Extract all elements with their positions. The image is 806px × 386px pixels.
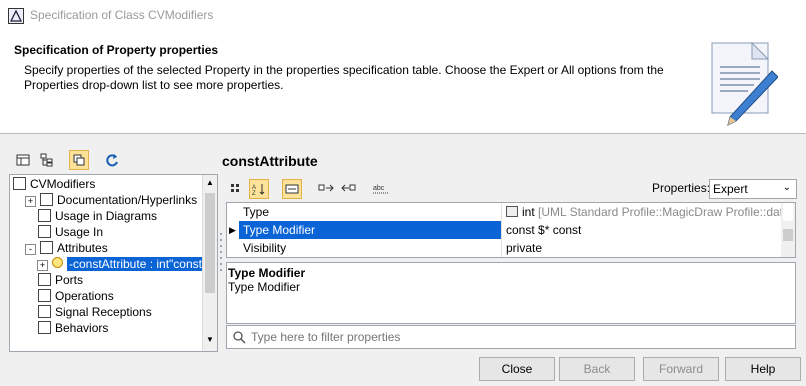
- tree-item[interactable]: + -constAttribute : int"const: [37, 256, 204, 272]
- expand-icon[interactable]: +: [37, 260, 48, 271]
- tree-item-label: -constAttribute : int"const: [67, 257, 204, 271]
- node-icon: [38, 209, 51, 222]
- categorized-view-icon[interactable]: [228, 180, 246, 198]
- back-button[interactable]: Back: [559, 357, 635, 381]
- tree-item-label: Behaviors: [55, 321, 109, 335]
- help-button[interactable]: Help: [725, 357, 801, 381]
- filter-input[interactable]: [249, 328, 783, 346]
- node-icon: [38, 289, 51, 302]
- tree-item[interactable]: Behaviors: [25, 320, 108, 336]
- table-view-icon[interactable]: [14, 151, 32, 169]
- node-icon: [40, 241, 53, 254]
- properties-label: Properties:: [652, 181, 711, 195]
- tree-view-icon[interactable]: [38, 151, 56, 169]
- tree-item-label: Operations: [55, 289, 114, 303]
- header-description: Specify properties of the selected Prope…: [24, 63, 664, 92]
- sort-alpha-icon[interactable]: AZ: [249, 179, 269, 199]
- abc-icon[interactable]: abc: [372, 180, 390, 198]
- forward-button[interactable]: Forward: [643, 357, 719, 381]
- property-value[interactable]: private: [501, 239, 784, 257]
- tree-item-label: Usage In: [55, 225, 104, 239]
- app-icon: [8, 8, 24, 24]
- refresh-icon[interactable]: [103, 151, 121, 169]
- close-button[interactable]: Close: [479, 357, 555, 381]
- description-title: Type Modifier: [228, 266, 306, 280]
- table-scrollbar[interactable]: [781, 203, 795, 257]
- svg-text:Z: Z: [252, 191, 256, 196]
- window-title: Specification of Class CVModifiers: [30, 8, 214, 22]
- property-value[interactable]: int [UML Standard Profile::MagicDraw Pro…: [501, 203, 784, 221]
- property-row[interactable]: Visibility private: [227, 239, 779, 257]
- property-value[interactable]: const $* const: [501, 221, 784, 239]
- property-value-main: private: [506, 241, 543, 255]
- svg-text:abc: abc: [373, 185, 385, 192]
- show-description-toggle[interactable]: [282, 179, 302, 199]
- property-row[interactable]: Type int [UML Standard Profile::MagicDraw…: [227, 203, 784, 221]
- property-value-main: int: [522, 205, 535, 219]
- tree-scrollbar[interactable]: ▲ ▼: [202, 175, 217, 351]
- compact-mode-toggle[interactable]: [69, 150, 89, 170]
- description-text: Type Modifier: [228, 280, 301, 294]
- property-name: Type Modifier: [239, 221, 501, 239]
- collapse-icon[interactable]: -: [25, 244, 36, 255]
- tree-item[interactable]: Usage in Diagrams: [25, 208, 157, 224]
- tree-item[interactable]: - Attributes: [25, 240, 108, 256]
- type-icon: [506, 206, 518, 217]
- node-icon: [40, 193, 53, 206]
- tree-scrollbar-thumb[interactable]: [205, 193, 215, 293]
- node-icon: [38, 321, 51, 334]
- row-marker-icon: ▶: [229, 225, 236, 235]
- node-icon: [38, 305, 51, 318]
- collapse-all-icon[interactable]: [317, 180, 335, 198]
- header-heading: Specification of Property properties: [14, 43, 219, 57]
- tree-item[interactable]: CVModifiers: [13, 176, 95, 192]
- properties-dropdown[interactable]: Expert ⌄: [709, 179, 797, 199]
- expand-icon[interactable]: +: [25, 196, 36, 207]
- property-name: Visibility: [243, 241, 287, 255]
- object-title: constAttribute: [222, 153, 318, 169]
- document-pencil-icon: [708, 41, 779, 127]
- node-icon: [38, 225, 51, 238]
- tree-item-label: Ports: [55, 273, 84, 287]
- tree-item-label: Usage in Diagrams: [55, 209, 158, 223]
- title-bar: Specification of Class CVModifiers: [0, 0, 806, 32]
- tree-item-label: Attributes: [57, 241, 108, 255]
- description-panel: Type Modifier Type Modifier: [226, 262, 796, 324]
- tree-item-label: Signal Receptions: [55, 305, 152, 319]
- tree-item[interactable]: Ports: [25, 272, 83, 288]
- expand-all-icon[interactable]: [340, 180, 358, 198]
- node-icon: [38, 273, 51, 286]
- property-value-main: const $* const: [506, 223, 582, 237]
- filter-field[interactable]: [226, 325, 796, 349]
- splitter-handle[interactable]: [219, 232, 223, 272]
- tree-item-label: CVModifiers: [30, 177, 96, 191]
- property-row[interactable]: ▶ Type Modifier const $* const: [227, 221, 779, 239]
- properties-dropdown-value: Expert: [713, 182, 748, 196]
- tree-item[interactable]: + Documentation/Hyperlinks: [25, 192, 197, 208]
- property-value-extra: [UML Standard Profile::MagicDraw Profile…: [534, 205, 784, 219]
- property-name: Type: [243, 205, 270, 219]
- chevron-down-icon: ⌄: [782, 182, 791, 193]
- class-icon: [13, 177, 26, 190]
- tree-item-label: Documentation/Hyperlinks: [57, 193, 198, 207]
- properties-table[interactable]: Type int [UML Standard Profile::MagicDraw…: [226, 202, 796, 258]
- dialog-header: Specification of Property properties Spe…: [0, 31, 806, 134]
- search-icon: [232, 330, 246, 347]
- tree-item[interactable]: Operations: [25, 288, 114, 304]
- attribute-icon: [52, 257, 63, 268]
- tree-item[interactable]: Signal Receptions: [25, 304, 152, 320]
- tree-item[interactable]: Usage In: [25, 224, 103, 240]
- specification-tree[interactable]: CVModifiers + Documentation/Hyperlinks Usag…: [9, 174, 218, 352]
